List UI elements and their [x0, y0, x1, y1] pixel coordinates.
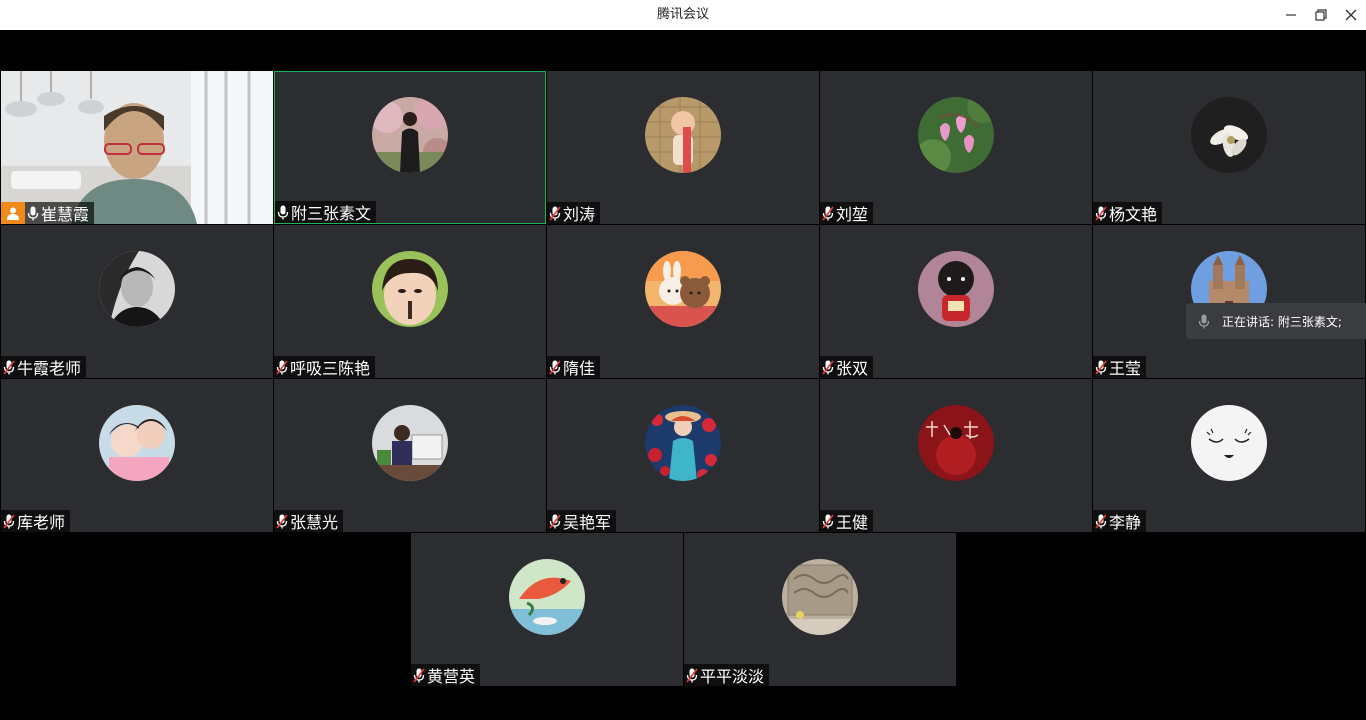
video-tile[interactable]: 附三张素文 [274, 71, 546, 224]
participant-avatar [372, 251, 448, 327]
participant-name-tag: 隋佳 [547, 356, 601, 378]
participant-name-tag: 王莹 [1093, 356, 1147, 378]
participant-name: 吴艳军 [563, 513, 612, 532]
participant-name: 王莹 [1109, 359, 1142, 378]
participant-name-tag: 呼吸三陈艳 [274, 356, 376, 378]
participant-avatar [645, 405, 721, 481]
participant-name: 牛霞老师 [17, 359, 82, 378]
participant-name-tag: 牛霞老师 [1, 356, 87, 378]
microphone-muted-icon [547, 358, 563, 376]
participant-name: 隋佳 [563, 359, 596, 378]
participant-name-tag: 吴艳军 [547, 510, 617, 532]
participant-name-tag: 平平淡淡 [684, 664, 770, 686]
close-icon [1345, 9, 1357, 21]
participant-name-tag: 刘涛 [547, 202, 601, 224]
video-tile[interactable]: 吴艳军 [547, 379, 819, 532]
participant-avatar [645, 97, 721, 173]
microphone-muted-icon [1093, 358, 1109, 376]
microphone-muted-icon [820, 204, 836, 222]
microphone-muted-icon [820, 358, 836, 376]
video-tile[interactable]: 平平淡淡 [684, 533, 956, 686]
host-badge [1, 202, 25, 224]
host-icon [7, 207, 19, 220]
participant-avatar [372, 97, 448, 173]
microphone-muted-icon [1, 512, 17, 530]
video-tile[interactable]: 张双 [820, 225, 1092, 378]
close-button[interactable] [1336, 0, 1366, 30]
minimize-icon [1286, 14, 1296, 16]
participant-name: 刘涛 [563, 205, 596, 224]
participant-name-tag: 刘堃 [820, 202, 874, 224]
participant-name: 崔慧霞 [41, 205, 90, 224]
participant-avatar [1191, 97, 1267, 173]
microphone-icon [1186, 314, 1222, 329]
video-tile[interactable]: 王健 [820, 379, 1092, 532]
participant-avatar [509, 559, 585, 635]
participant-name-tag: 张慧光 [274, 510, 344, 532]
participant-name: 张双 [836, 359, 869, 378]
participant-name: 平平淡淡 [700, 667, 765, 686]
participant-name: 杨文艳 [1109, 205, 1158, 224]
video-tile[interactable]: 刘涛 [547, 71, 819, 224]
microphone-muted-icon [411, 666, 427, 684]
video-tile[interactable]: 隋佳 [547, 225, 819, 378]
speaking-label: 正在讲话: 附三张素文; [1222, 314, 1342, 329]
video-tile[interactable]: 张慧光 [274, 379, 546, 532]
window-title: 腾讯会议 [656, 7, 709, 22]
participant-name: 附三张素文 [291, 204, 372, 223]
video-tile[interactable]: 王莹 [1093, 225, 1365, 378]
participant-name-tag: 附三张素文 [275, 201, 377, 223]
microphone-muted-icon [820, 512, 836, 530]
participant-name: 李静 [1109, 513, 1142, 532]
microphone-icon [25, 204, 41, 222]
participant-avatar [918, 251, 994, 327]
participant-name-tag: 崔慧霞 [1, 202, 95, 224]
participant-avatar [1191, 405, 1267, 481]
microphone-muted-icon [274, 512, 290, 530]
participant-avatar [782, 559, 858, 635]
microphone-icon [275, 203, 291, 221]
speaking-indicator[interactable]: 正在讲话: 附三张素文; [1186, 303, 1366, 339]
participant-avatar [918, 97, 994, 173]
participant-name: 库老师 [17, 513, 66, 532]
restore-button[interactable] [1306, 0, 1336, 30]
participant-name: 黄营英 [427, 667, 476, 686]
microphone-muted-icon [684, 666, 700, 684]
microphone-muted-icon [547, 512, 563, 530]
participant-avatar [645, 251, 721, 327]
microphone-muted-icon [1, 358, 17, 376]
microphone-muted-icon [274, 358, 290, 376]
restore-icon [1315, 9, 1327, 21]
participant-name-tag: 李静 [1093, 510, 1147, 532]
microphone-muted-icon [1093, 512, 1109, 530]
participant-name: 呼吸三陈艳 [290, 359, 371, 378]
video-tile[interactable]: 李静 [1093, 379, 1365, 532]
video-tile[interactable]: 库老师 [1, 379, 273, 532]
participant-name-tag: 王健 [820, 510, 874, 532]
participant-name: 张慧光 [290, 513, 339, 532]
participant-name-tag: 库老师 [1, 510, 71, 532]
minimize-button[interactable] [1276, 0, 1306, 30]
microphone-muted-icon [1093, 204, 1109, 222]
participant-name: 王健 [836, 513, 869, 532]
video-tile-host[interactable]: 崔慧霞 [1, 71, 273, 224]
video-tile[interactable]: 刘堃 [820, 71, 1092, 224]
participant-avatar [99, 405, 175, 481]
participant-avatar [99, 251, 175, 327]
participant-name-tag: 杨文艳 [1093, 202, 1163, 224]
participant-name-tag: 张双 [820, 356, 874, 378]
participant-avatar [372, 405, 448, 481]
microphone-muted-icon [547, 204, 563, 222]
participant-avatar [918, 405, 994, 481]
title-bar: 腾讯会议 [0, 0, 1366, 30]
participant-name-tag: 黄营英 [411, 664, 481, 686]
video-tile[interactable]: 呼吸三陈艳 [274, 225, 546, 378]
participant-name: 刘堃 [836, 205, 869, 224]
video-tile[interactable]: 牛霞老师 [1, 225, 273, 378]
video-tile[interactable]: 杨文艳 [1093, 71, 1365, 224]
video-tile[interactable]: 黄营英 [411, 533, 683, 686]
